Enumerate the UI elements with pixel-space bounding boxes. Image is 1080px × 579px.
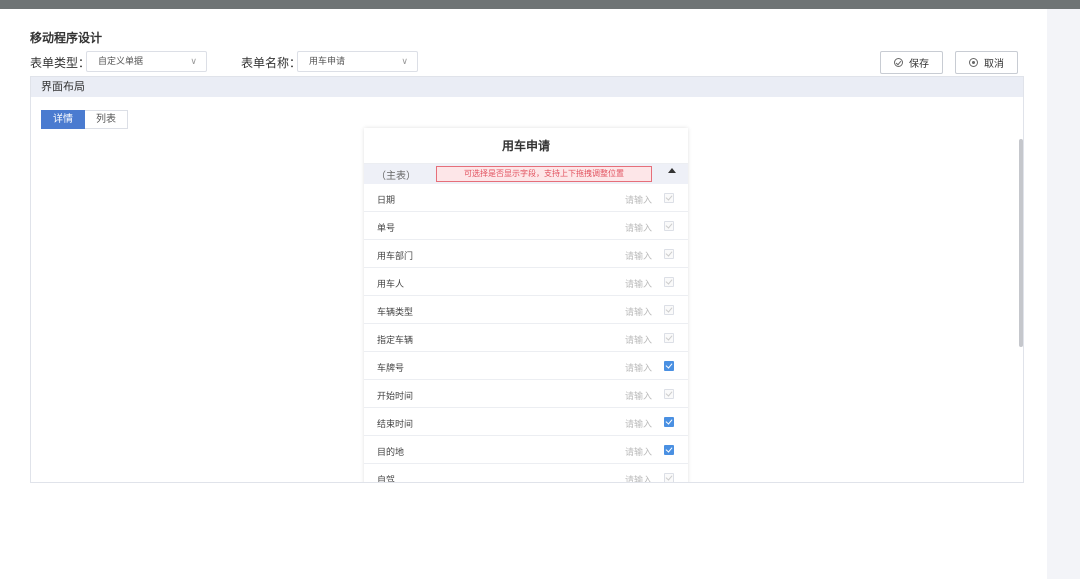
cancel-button[interactable]: 取消 [955,51,1018,74]
field-row[interactable]: 单号 请输入 [364,212,688,240]
field-row[interactable]: 日期 请输入 [364,184,688,212]
form-name-select[interactable]: 用车申请 ∨ [297,51,418,72]
show-field-checkbox[interactable] [664,193,674,203]
show-field-checkbox[interactable] [664,249,674,259]
field-placeholder: 请输入 [625,223,653,233]
form-type-label: 表单类型： [30,56,91,70]
form-name-label: 表单名称： [241,56,302,70]
tab-detail[interactable]: 详情 [41,110,85,129]
top-bar [0,0,1080,9]
field-name: 自驾 [377,475,396,483]
panel-title: 界面布局 [31,77,1023,97]
scrollbar[interactable] [1019,139,1023,347]
form-preview: 用车申请 （主表） 可选择是否显示字段，支持上下拖拽调整位置 日期 请输入 单号 请输… [364,128,688,483]
field-name: 日期 [377,195,396,205]
field-placeholder: 请输入 [625,279,653,289]
drag-hint-banner: 可选择是否显示字段，支持上下拖拽调整位置 [436,166,652,182]
field-name: 用车部门 [377,251,414,261]
field-placeholder: 请输入 [625,307,653,317]
field-row[interactable]: 开始时间 请输入 [364,380,688,408]
show-field-checkbox[interactable] [664,221,674,231]
field-placeholder: 请输入 [625,363,653,373]
field-placeholder: 请输入 [625,391,653,401]
form-type-value: 自定义单据 [98,56,144,66]
field-name: 单号 [377,223,396,233]
show-field-checkbox[interactable] [664,389,674,399]
show-field-checkbox[interactable] [664,361,674,371]
show-field-checkbox[interactable] [664,333,674,343]
form-name-value: 用车申请 [309,56,346,66]
field-placeholder: 请输入 [625,475,653,483]
field-placeholder: 请输入 [625,419,653,429]
field-row[interactable]: 车牌号 请输入 [364,352,688,380]
field-row[interactable]: 目的地 请输入 [364,436,688,464]
field-row[interactable]: 车辆类型 请输入 [364,296,688,324]
form-type-select[interactable]: 自定义单据 ∨ [86,51,207,72]
chevron-down-icon: ∨ [190,56,197,66]
field-placeholder: 请输入 [625,335,653,345]
field-name: 车牌号 [377,363,405,373]
field-row[interactable]: 自驾 请输入 [364,464,688,483]
view-tabs: 详情 列表 [41,110,128,129]
show-field-checkbox[interactable] [664,305,674,315]
show-field-checkbox[interactable] [664,277,674,287]
field-placeholder: 请输入 [625,447,653,457]
show-field-checkbox[interactable] [664,473,674,482]
field-name: 用车人 [377,279,405,289]
page-title: 移动程序设计 [30,31,103,45]
field-row[interactable]: 结束时间 请输入 [364,408,688,436]
main-table-row: （主表） 可选择是否显示字段，支持上下拖拽调整位置 [364,164,688,184]
chevron-down-icon: ∨ [401,56,408,66]
field-row[interactable]: 用车部门 请输入 [364,240,688,268]
tab-list[interactable]: 列表 [85,110,128,129]
field-name: 目的地 [377,447,405,457]
save-button-label: 保存 [909,59,929,70]
cancel-button-label: 取消 [984,59,1004,70]
field-name: 结束时间 [377,419,414,429]
field-name: 开始时间 [377,391,414,401]
field-row[interactable]: 指定车辆 请输入 [364,324,688,352]
check-circle-icon [894,58,903,67]
field-placeholder: 请输入 [625,251,653,261]
field-name: 指定车辆 [377,335,414,345]
show-field-checkbox[interactable] [664,417,674,427]
field-name: 车辆类型 [377,307,414,317]
main-table-label: （主表） [376,171,416,182]
form-title: 用车申请 [364,128,688,164]
field-row[interactable]: 用车人 请输入 [364,268,688,296]
collapse-up-icon[interactable] [668,168,676,173]
show-field-checkbox[interactable] [664,445,674,455]
field-placeholder: 请输入 [625,195,653,205]
field-list: 日期 请输入 单号 请输入 用车部门 请输入 用车人 请输入 车辆类型 请输入 指定车辆 请输入 车牌号… [364,184,688,483]
layout-panel: 界面布局 详情 列表 用车申请 （主表） 可选择是否显示字段，支持上下拖拽调整位… [30,76,1024,483]
dot-circle-icon [969,58,978,67]
save-button[interactable]: 保存 [880,51,943,74]
